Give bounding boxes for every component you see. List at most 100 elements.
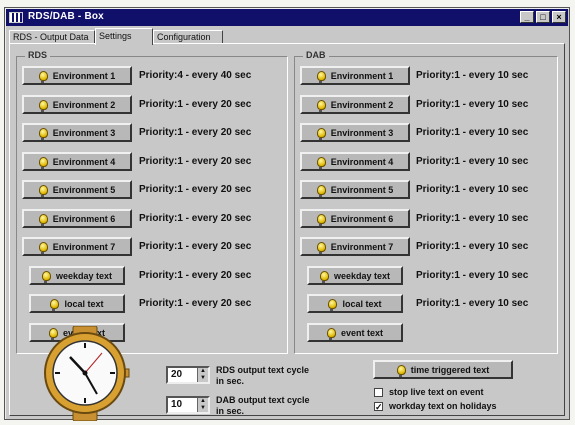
light-bulb-icon bbox=[316, 127, 326, 140]
dab-cycle-label: DAB output text cycle in sec. bbox=[216, 395, 310, 416]
dab-button-5[interactable]: Environment 5 bbox=[300, 180, 410, 199]
dab-priority-text: Priority:1 - every 10 sec bbox=[416, 213, 529, 224]
stop-live-text-label: stop live text on event bbox=[389, 387, 484, 397]
dab-cycle-value[interactable]: 10 bbox=[171, 399, 182, 410]
spinner-arrows-icon[interactable]: ▲ ▼ bbox=[197, 368, 208, 382]
dab-priority-text: Priority:1 - every 10 sec bbox=[416, 270, 529, 281]
dab-button-label: local text bbox=[342, 298, 382, 309]
dab-button-label: weekday text bbox=[333, 270, 391, 281]
rds-priority-text: Priority:1 - every 20 sec bbox=[139, 156, 252, 167]
light-bulb-icon bbox=[38, 70, 48, 83]
dab-group-title: DAB bbox=[303, 50, 329, 60]
dab-button-8[interactable]: weekday text bbox=[307, 266, 403, 285]
dab-button-label: event text bbox=[340, 327, 384, 338]
app-window: RDS/DAB - Box _ □ × RDS - Output Data Se… bbox=[4, 7, 570, 421]
dab-button-4[interactable]: Environment 4 bbox=[300, 152, 410, 171]
rds-button-label: Environment 4 bbox=[52, 156, 116, 167]
dab-button-10[interactable]: event text bbox=[307, 323, 403, 342]
dab-button-label: Environment 7 bbox=[330, 241, 394, 252]
rds-priority-text: Priority:1 - every 20 sec bbox=[139, 241, 252, 252]
rds-button-label: weekday text bbox=[55, 270, 113, 281]
rds-button-3[interactable]: Environment 3 bbox=[22, 123, 132, 142]
rds-group: RDS Environment 1 Priority:4 - every 40 s… bbox=[16, 50, 288, 354]
rds-button-7[interactable]: Environment 7 bbox=[22, 237, 132, 256]
rds-button-label: Environment 1 bbox=[52, 70, 116, 81]
dab-priority-text: Priority:1 - every 10 sec bbox=[416, 156, 529, 167]
rds-button-label: Environment 3 bbox=[52, 127, 116, 138]
dab-priority-text: Priority:1 - every 10 sec bbox=[416, 298, 529, 309]
rds-priority-text: Priority:1 - every 20 sec bbox=[139, 213, 252, 224]
maximize-button[interactable]: □ bbox=[536, 11, 550, 23]
dab-button-label: Environment 4 bbox=[330, 156, 394, 167]
light-bulb-icon bbox=[316, 99, 326, 112]
checkbox-box[interactable]: ✓ bbox=[374, 401, 383, 411]
rds-priority-text: Priority:1 - every 20 sec bbox=[139, 270, 252, 281]
dab-button-7[interactable]: Environment 7 bbox=[300, 237, 410, 256]
light-bulb-icon bbox=[38, 241, 48, 254]
light-bulb-icon bbox=[41, 270, 51, 283]
light-bulb-icon bbox=[316, 213, 326, 226]
dab-priority-text: Priority:1 - every 10 sec bbox=[416, 241, 529, 252]
dab-button-9[interactable]: local text bbox=[307, 294, 403, 313]
checkbox-box[interactable] bbox=[374, 387, 383, 397]
rds-priority-text: Priority:1 - every 20 sec bbox=[139, 127, 252, 138]
rds-button-label: Environment 5 bbox=[52, 184, 116, 195]
time-triggered-text-button[interactable]: time triggered text bbox=[373, 360, 513, 379]
dab-priority-text: Priority:1 - every 10 sec bbox=[416, 184, 529, 195]
title-bar[interactable]: RDS/DAB - Box _ □ × bbox=[6, 9, 568, 26]
light-bulb-icon bbox=[38, 127, 48, 140]
stop-live-text-checkbox[interactable]: stop live text on event bbox=[374, 387, 484, 397]
rds-priority-text: Priority:4 - every 40 sec bbox=[139, 70, 252, 81]
dab-button-label: Environment 1 bbox=[330, 70, 394, 81]
tab-settings[interactable]: Settings bbox=[95, 28, 153, 45]
rds-cycle-spinner[interactable]: 20 ▲ ▼ bbox=[166, 366, 210, 384]
rds-priority-text: Priority:1 - every 20 sec bbox=[139, 298, 252, 309]
rds-button-6[interactable]: Environment 6 bbox=[22, 209, 132, 228]
app-icon bbox=[9, 12, 23, 23]
minimize-button[interactable]: _ bbox=[520, 11, 534, 23]
rds-button-5[interactable]: Environment 5 bbox=[22, 180, 132, 199]
workday-text-label: workday text on holidays bbox=[389, 401, 497, 411]
light-bulb-icon bbox=[50, 298, 60, 311]
tab-rds-output-data[interactable]: RDS - Output Data bbox=[9, 30, 95, 44]
dab-button-label: Environment 5 bbox=[330, 184, 394, 195]
dab-button-3[interactable]: Environment 3 bbox=[300, 123, 410, 142]
rds-button-label: Environment 2 bbox=[52, 99, 116, 110]
time-triggered-text-label: time triggered text bbox=[410, 364, 490, 375]
rds-button-8[interactable]: weekday text bbox=[29, 266, 125, 285]
light-bulb-icon bbox=[316, 241, 326, 254]
light-bulb-icon bbox=[326, 327, 336, 340]
rds-group-title: RDS bbox=[25, 50, 51, 60]
rds-priority-text: Priority:1 - every 20 sec bbox=[139, 184, 252, 195]
light-bulb-icon bbox=[38, 99, 48, 112]
clock-icon bbox=[44, 326, 130, 421]
rds-button-9[interactable]: local text bbox=[29, 294, 125, 313]
close-button[interactable]: × bbox=[552, 11, 566, 23]
light-bulb-icon bbox=[316, 70, 326, 83]
rds-button-label: Environment 6 bbox=[52, 213, 116, 224]
dab-button-1[interactable]: Environment 1 bbox=[300, 66, 410, 85]
light-bulb-icon bbox=[316, 156, 326, 169]
rds-cycle-value[interactable]: 20 bbox=[171, 369, 182, 380]
dab-button-2[interactable]: Environment 2 bbox=[300, 95, 410, 114]
dab-button-label: Environment 6 bbox=[330, 213, 394, 224]
window-title: RDS/DAB - Box bbox=[28, 11, 104, 22]
workday-text-checkbox[interactable]: ✓ workday text on holidays bbox=[374, 401, 497, 411]
light-bulb-icon bbox=[328, 298, 338, 311]
rds-button-1[interactable]: Environment 1 bbox=[22, 66, 132, 85]
rds-priority-text: Priority:1 - every 20 sec bbox=[139, 99, 252, 110]
light-bulb-icon bbox=[319, 270, 329, 283]
dab-button-label: Environment 3 bbox=[330, 127, 394, 138]
rds-button-label: local text bbox=[64, 298, 104, 309]
rds-button-label: Environment 7 bbox=[52, 241, 116, 252]
light-bulb-icon bbox=[38, 156, 48, 169]
tab-configuration[interactable]: Configuration bbox=[153, 30, 223, 44]
rds-button-2[interactable]: Environment 2 bbox=[22, 95, 132, 114]
spinner-arrows-icon[interactable]: ▲ ▼ bbox=[197, 398, 208, 412]
rds-button-4[interactable]: Environment 4 bbox=[22, 152, 132, 171]
light-bulb-icon bbox=[316, 184, 326, 197]
dab-button-label: Environment 2 bbox=[330, 99, 394, 110]
dab-cycle-spinner[interactable]: 10 ▲ ▼ bbox=[166, 396, 210, 414]
dab-group: DAB Environment 1 Priority:1 - every 10 s… bbox=[294, 50, 558, 354]
dab-button-6[interactable]: Environment 6 bbox=[300, 209, 410, 228]
